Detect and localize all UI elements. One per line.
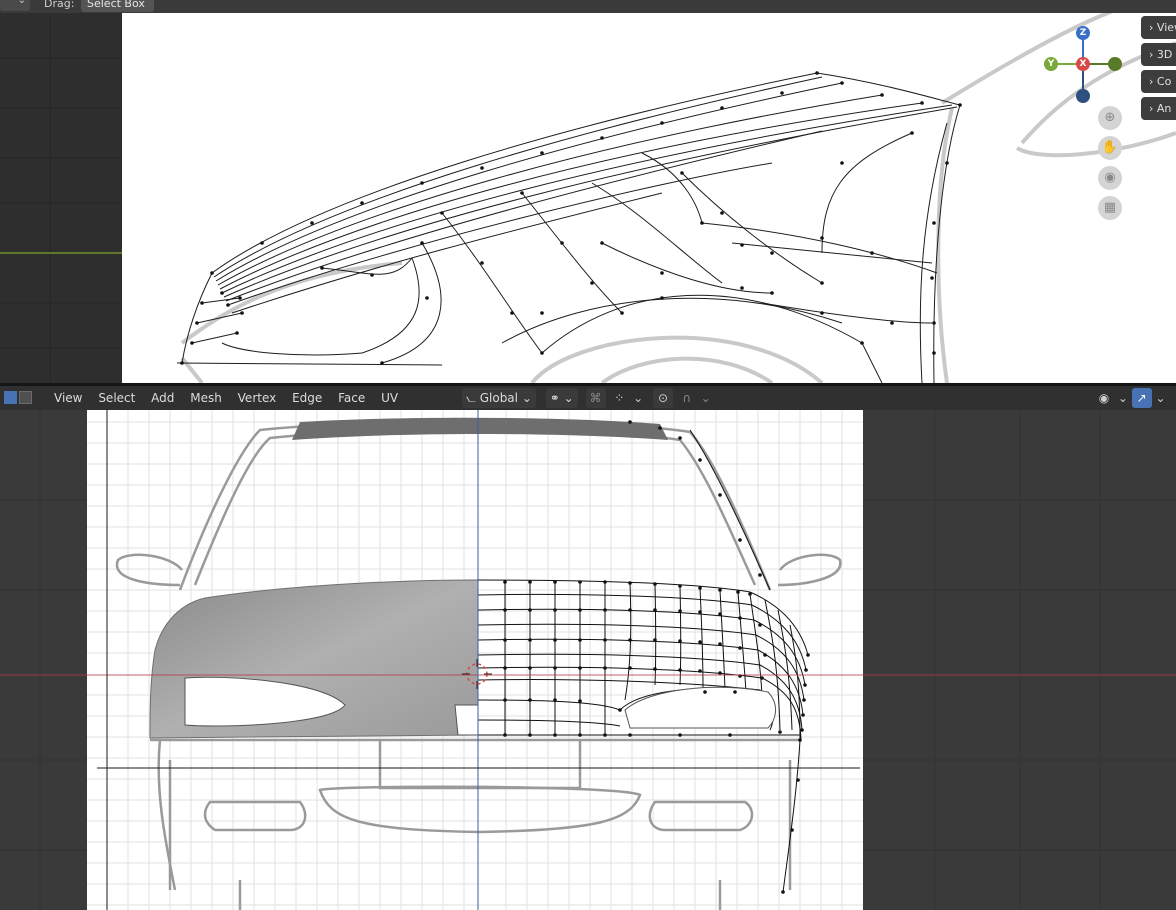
header-menu: View Select Add Mesh Vertex Edge Face UV — [48, 386, 404, 410]
side-view-viewport[interactable]: Z Y X ⊕ ✋ ◉ ▦ — [122, 13, 1176, 383]
sidebar-tabs: › View › 3D › Co › An — [1141, 16, 1176, 124]
navigation-gizmo[interactable]: Z Y X — [1040, 23, 1126, 107]
hand-pan-icon[interactable]: ✋ — [1098, 136, 1122, 160]
zoom-icon[interactable]: ⊕ — [1098, 106, 1122, 130]
front-view-canvas — [0, 410, 1176, 910]
sidebar-tab-label: Co — [1156, 75, 1172, 88]
bottom-viewport-header: View Select Add Mesh Vertex Edge Face UV… — [0, 386, 1176, 410]
chevron-down-icon: ⌄ — [521, 391, 532, 405]
gizmo-toggle-icon[interactable]: ↗ — [1131, 388, 1152, 408]
vertex-select-icon[interactable] — [4, 391, 17, 404]
transform-tools: ⦦ Global ⌄ ⚭ ⌄ ⌘ ⁘ ⌄ ⊙ ∩ ⌄ — [462, 388, 711, 408]
chevron-down-icon: ⌄ — [563, 391, 574, 405]
gizmo-y-negative[interactable] — [1108, 57, 1122, 71]
grid-toggle-icon[interactable]: ▦ — [1098, 196, 1122, 220]
sidebar-tab-view[interactable]: › View — [1141, 16, 1176, 39]
mode-dropdown[interactable]: ⌄ — [0, 0, 30, 11]
overlay-tools: ◉ ⌄ ↗ ⌄ — [1094, 388, 1166, 408]
menu-select[interactable]: Select — [92, 386, 141, 410]
gizmo-z-axis[interactable]: Z — [1076, 26, 1090, 40]
snap-element-icon[interactable]: ⁘ — [609, 388, 629, 408]
edge-select-icon[interactable] — [19, 391, 32, 404]
top-left-grid — [0, 13, 122, 383]
gizmo-z-negative[interactable] — [1076, 89, 1090, 103]
sidebar-tab-an[interactable]: › An — [1141, 97, 1176, 120]
menu-face[interactable]: Face — [332, 386, 371, 410]
drag-select-value: Select Box — [87, 0, 145, 10]
visibility-eye-icon[interactable]: ◉ — [1094, 388, 1114, 408]
sidebar-tab-label: 3D — [1156, 48, 1173, 61]
chevron-down-icon[interactable]: ⌄ — [1155, 388, 1165, 408]
menu-mesh[interactable]: Mesh — [184, 386, 228, 410]
drag-label: Drag: — [44, 0, 75, 10]
camera-icon[interactable]: ◉ — [1098, 166, 1122, 190]
transform-orientation-value: Global — [479, 391, 518, 405]
reference-outline — [180, 13, 1176, 383]
orientation-icon: ⦦ — [466, 391, 476, 405]
top-viewport-header: ⌄ Drag: Select Box ⌄ — [0, 0, 1176, 13]
top-left-viewport[interactable] — [0, 13, 122, 383]
sidebar-tab-co[interactable]: › Co — [1141, 70, 1176, 93]
sidebar-tab-label: An — [1156, 102, 1172, 115]
chevron-down-icon[interactable]: ⌄ — [701, 388, 711, 408]
pivot-icon: ⚭ — [549, 391, 560, 405]
menu-edge[interactable]: Edge — [286, 386, 328, 410]
front-view-viewport[interactable] — [0, 410, 1176, 910]
side-mesh-vertices — [180, 71, 962, 365]
sidebar-tab-label: View — [1156, 21, 1176, 34]
drag-select-dropdown[interactable]: Select Box ⌄ — [81, 0, 154, 12]
chevron-down-icon[interactable]: ⌄ — [633, 388, 643, 408]
pivot-point-dropdown[interactable]: ⚭ ⌄ — [545, 388, 578, 408]
side-view-canvas — [176, 13, 1176, 383]
proportional-editing-icon[interactable]: ⊙ — [652, 388, 673, 408]
transform-orientation-dropdown[interactable]: ⦦ Global ⌄ — [462, 388, 536, 408]
gizmo-y-axis[interactable]: Y — [1044, 57, 1058, 71]
select-mode-icons — [4, 391, 34, 405]
gizmo-x-axis[interactable]: X — [1076, 57, 1090, 71]
left-grille-gap — [454, 704, 479, 736]
menu-add[interactable]: Add — [145, 386, 180, 410]
falloff-icon[interactable]: ∩ — [677, 388, 697, 408]
sidebar-tab-3d[interactable]: › 3D — [1141, 43, 1176, 66]
menu-vertex[interactable]: Vertex — [232, 386, 283, 410]
menu-view[interactable]: View — [48, 386, 88, 410]
chevron-down-icon[interactable]: ⌄ — [1118, 388, 1128, 408]
side-mesh-wireframe — [176, 72, 961, 383]
menu-uv[interactable]: UV — [375, 386, 404, 410]
snap-icon[interactable]: ⌘ — [585, 388, 606, 408]
